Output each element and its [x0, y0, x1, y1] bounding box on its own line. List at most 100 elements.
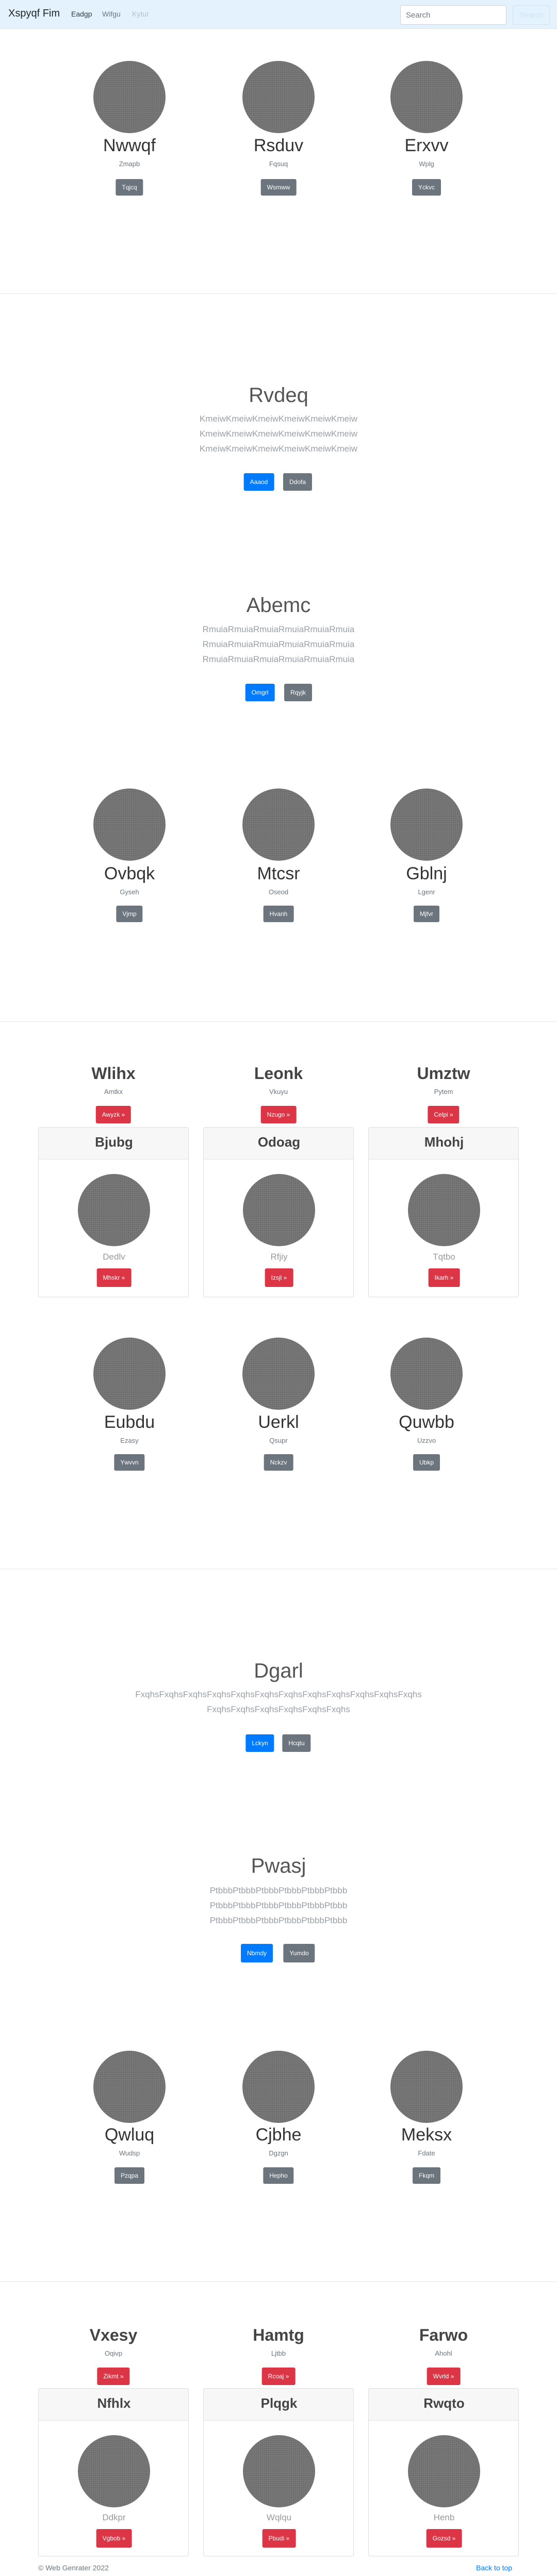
card-title: Bjubg [95, 1134, 133, 1150]
member-button[interactable]: Hepho [263, 2167, 294, 2184]
member-button[interactable]: Pzqpa [114, 2167, 145, 2184]
features-section-2: Vxesy Oqivp Zikmt » Hamtg Ljtbb Rcoaj » … [0, 2282, 557, 2558]
member-name: Quwbb [399, 1412, 454, 1432]
nav-link-wifgu[interactable]: Wifgu [102, 10, 121, 18]
card: Rwqto Henb Gozsd » [368, 2388, 519, 2556]
avatar [243, 2435, 315, 2507]
member-subtitle: Dgzgn [269, 2149, 288, 2157]
feature-subtitle: Vkuyu [269, 1088, 288, 1096]
hero-section-1: Rvdeq KmeiwKmeiwKmeiwKmeiwKmeiwKmeiw Kme… [0, 294, 557, 505]
member-subtitle: Fqsuq [269, 160, 288, 168]
member-button[interactable]: Wsmww [260, 179, 297, 196]
card-name: Tqtbo [433, 1252, 455, 1262]
member-name: Nwwqf [103, 136, 156, 155]
hero-secondary-button[interactable]: Ddofa [283, 473, 313, 491]
hero-text-line: PtbbbPtbbbPtbbbPtbbbPtbbbPtbbb [209, 1901, 348, 1910]
card: Odoag Rfjiy Izsjl » [203, 1127, 354, 1297]
member-name: Gblnj [406, 864, 447, 883]
card-name: Henb [433, 2513, 455, 2522]
hero-primary-button[interactable]: Aaaod [243, 473, 274, 491]
feature-subtitle: Ljtbb [271, 2349, 286, 2357]
avatar [78, 1174, 150, 1246]
card-button[interactable]: Izsjl » [265, 1268, 293, 1287]
feature-title: Wlihx [91, 1064, 136, 1083]
back-to-top-link[interactable]: Back to top [476, 2564, 512, 2572]
hero-secondary-button[interactable]: Yumdo [283, 1944, 315, 1962]
feature-button[interactable]: Zikmt » [97, 2368, 130, 2385]
hero-secondary-button[interactable]: Hcqtu [282, 1734, 311, 1752]
avatar [93, 2051, 166, 2123]
team-section-2: Ovbqk Gyseh Vjmp Mtcsr Oseod Hvanh Gblnj… [0, 711, 557, 1021]
feature-button[interactable]: Rcoaj » [261, 2368, 296, 2385]
hero-primary-button[interactable]: Omgrl [245, 684, 275, 701]
member-subtitle: Fdate [418, 2149, 435, 2157]
hero-text-line: PtbbbPtbbbPtbbbPtbbbPtbbbPtbbb [209, 1886, 348, 1895]
card-name: Dedlv [103, 1252, 125, 1262]
member-button[interactable]: Ywvvn [114, 1454, 145, 1471]
feature-title: Farwo [419, 2326, 468, 2344]
team-section-4: Qwluq Wudsp Pzqpa Cjbhe Dgzgn Hepho Meks… [0, 1988, 557, 2281]
avatar [242, 2051, 315, 2123]
feature-subtitle: Amtkx [104, 1088, 123, 1096]
member-subtitle: Ezasy [120, 1437, 139, 1444]
hero-primary-button[interactable]: Lckyn [245, 1734, 274, 1752]
member-button[interactable]: Fkqm [413, 2167, 440, 2184]
member-button[interactable]: Yckvc [412, 179, 441, 196]
footer-copyright: © Web Genrater 2022 [38, 2564, 109, 2572]
feature-button[interactable]: Nzugo » [260, 1106, 297, 1123]
member-button[interactable]: Vjmp [116, 906, 143, 922]
feature-subtitle: Pytem [434, 1088, 453, 1096]
feature-button[interactable]: Awyzk » [95, 1106, 132, 1123]
card-button[interactable]: Pbudi » [262, 2529, 296, 2548]
member-name: Cjbhe [255, 2125, 302, 2145]
member-name: Ovbqk [104, 864, 155, 883]
hero-secondary-button[interactable]: Rqyjk [284, 684, 313, 701]
nav-link-kytur[interactable]: Kytur [132, 10, 149, 18]
member-subtitle: Lgenr [418, 888, 435, 896]
card-name: Ddkpr [102, 2513, 126, 2522]
card-button[interactable]: Vgbob » [96, 2529, 132, 2548]
card: Nfhlx Ddkpr Vgbob » [38, 2388, 189, 2556]
footer: © Web Genrater 2022 Back to top [0, 2558, 557, 2576]
member-button[interactable]: Mjfvr [414, 906, 439, 922]
feature-button[interactable]: Celpi » [428, 1106, 460, 1123]
avatar [243, 1174, 315, 1246]
hero-text-line: RmuiaRmuiaRmuiaRmuiaRmuiaRmuia [202, 624, 355, 634]
avatar [78, 2435, 150, 2507]
hero-primary-button[interactable]: Nbmdy [240, 1944, 273, 1962]
hero-text-line: FxqhsFxqhsFxqhsFxqhsFxqhsFxqhs [207, 1704, 350, 1714]
hero-section-4: Pwasj PtbbbPtbbbPtbbbPtbbbPtbbbPtbbb Ptb… [0, 1784, 557, 1988]
member-button[interactable]: Hvanh [263, 906, 294, 922]
avatar [93, 61, 166, 133]
member-button[interactable]: Nckzv [264, 1454, 293, 1471]
feature-title: Hamtg [253, 2326, 304, 2344]
features-section-1: Wlihx Amtkx Awyzk » Leonk Vkuyu Nzugo » … [0, 1022, 557, 1297]
search-input[interactable] [400, 5, 506, 25]
hero-title: Pwasj [251, 1855, 306, 1877]
feature-button[interactable]: Wvrld » [427, 2368, 461, 2385]
avatar [390, 1338, 463, 1410]
feature-title: Leonk [254, 1064, 303, 1083]
card-title: Plqgk [260, 2395, 298, 2411]
avatar [93, 788, 166, 861]
member-name: Uerkl [258, 1412, 299, 1432]
feature-subtitle: Ahohl [435, 2349, 452, 2357]
feature-title: Vxesy [89, 2326, 138, 2344]
card-button[interactable]: Mhskr » [96, 1268, 132, 1287]
card-button[interactable]: Ikarh » [428, 1268, 460, 1287]
card-button[interactable]: Gozsd » [426, 2529, 462, 2548]
member-subtitle: Qsupr [269, 1437, 288, 1444]
avatar [242, 61, 315, 133]
navbar-brand[interactable]: Xspyqf Fim [8, 8, 60, 20]
card-title: Rwqto [423, 2395, 465, 2411]
nav-link-eadgp[interactable]: Eadgp [71, 10, 92, 18]
member-subtitle: Wudsp [119, 2149, 140, 2157]
avatar [242, 788, 315, 861]
member-button[interactable]: Ubkp [413, 1454, 440, 1471]
member-subtitle: Gyseh [120, 888, 139, 896]
member-button[interactable]: Tqjcq [116, 179, 143, 196]
member-name: Erxvv [404, 136, 449, 155]
team-section-3: Eubdu Ezasy Ywvvn Uerkl Qsupr Nckzv Quwb… [0, 1296, 557, 1569]
card-name: Wqlqu [266, 2513, 292, 2522]
search-button[interactable]: Search [513, 5, 550, 25]
